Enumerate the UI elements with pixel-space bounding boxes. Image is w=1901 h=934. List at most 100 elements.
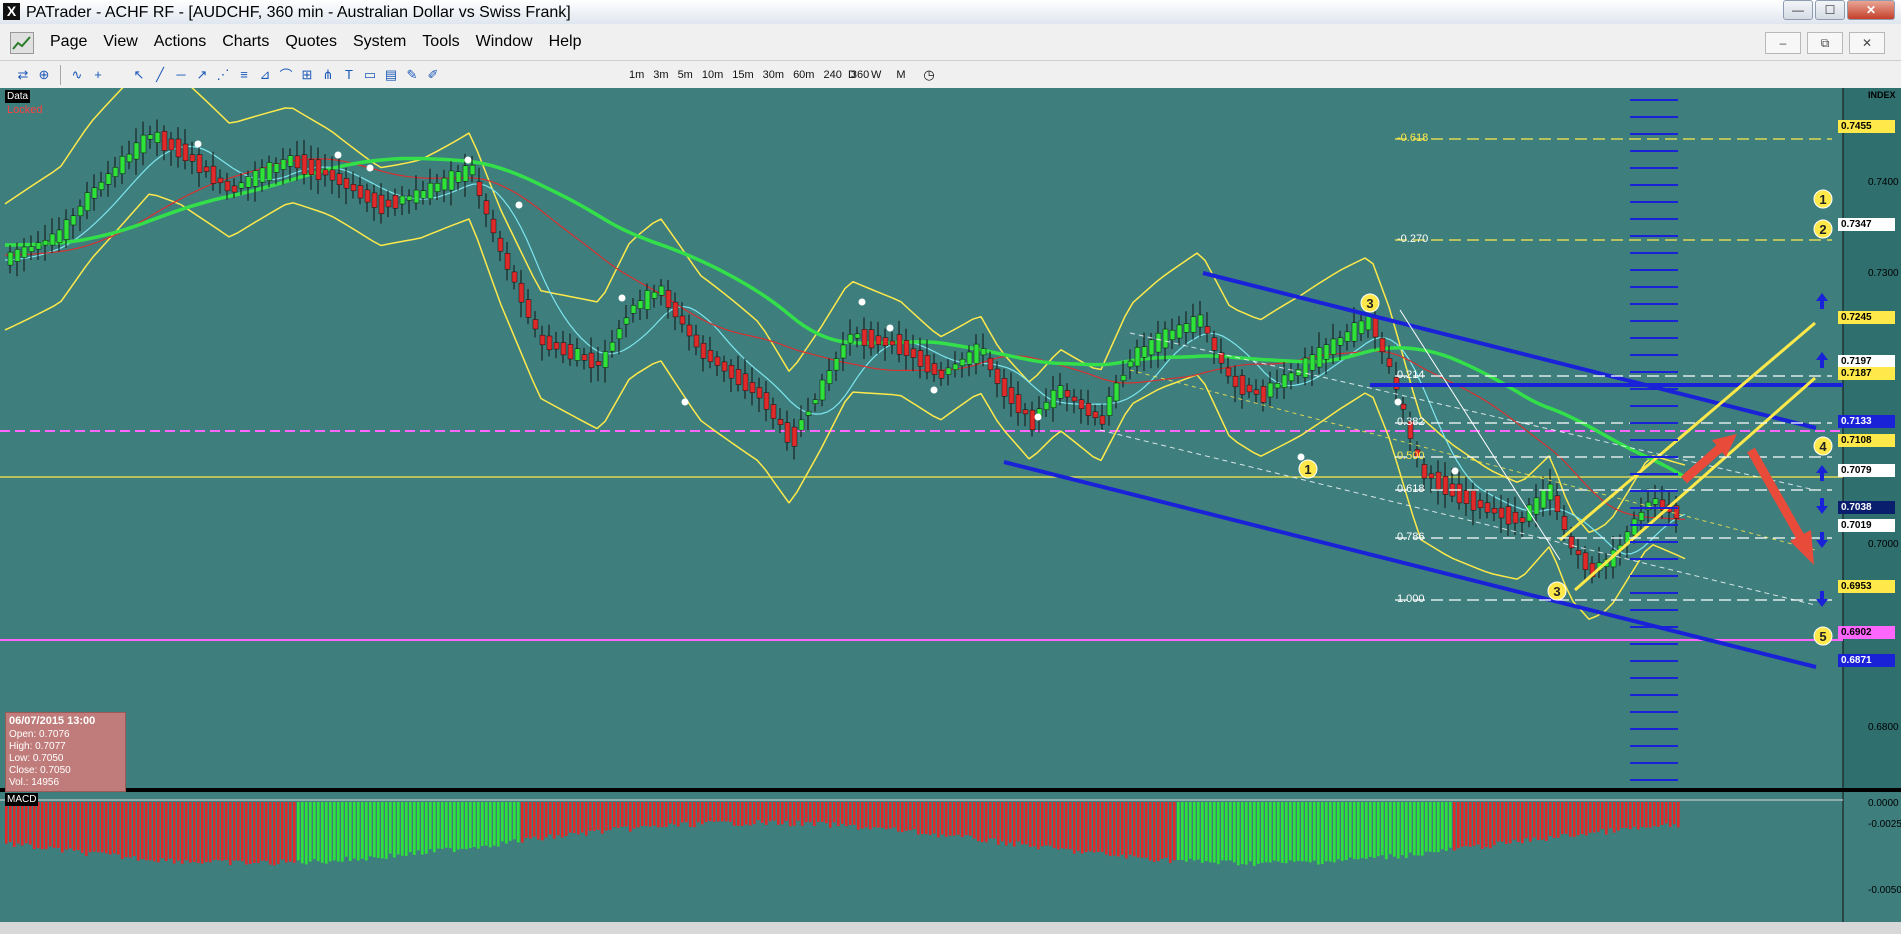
macd-histogram-bar [645, 802, 648, 826]
candle-body [1001, 378, 1008, 397]
channel-icon[interactable]: ≡ [235, 66, 253, 84]
swing-dot [194, 140, 202, 148]
macd-histogram-bar [1133, 802, 1136, 857]
macd-histogram-bar [825, 802, 828, 824]
text-icon[interactable]: ▭ [361, 66, 379, 84]
close-icon[interactable]: ✕ [1847, 0, 1895, 20]
macd-histogram-bar [101, 802, 104, 853]
menu-help[interactable]: Help [541, 33, 590, 51]
candle-body [602, 351, 609, 368]
macd-histogram-bar [945, 802, 948, 837]
period-W[interactable]: W [865, 69, 887, 81]
period-D[interactable]: D [842, 69, 862, 81]
timeframe-5m[interactable]: 5m [675, 69, 696, 81]
pointer-icon[interactable]: ↖ [130, 66, 148, 84]
crosshair-icon[interactable]: ╱ [151, 66, 169, 84]
macd-histogram-bar [625, 802, 628, 827]
macd-histogram-bar [737, 802, 740, 826]
menu-actions[interactable]: Actions [146, 33, 214, 51]
macd-histogram-bar [1485, 802, 1488, 848]
chart-window-icon[interactable] [10, 32, 34, 54]
crosshair-icon[interactable]: + [89, 66, 107, 84]
pitchfork-icon[interactable]: T [340, 66, 358, 84]
menu-charts[interactable]: Charts [214, 33, 277, 51]
gann-icon[interactable]: ⋔ [319, 66, 337, 84]
clock-icon[interactable]: ◷ [920, 66, 938, 84]
timeframe-10m[interactable]: 10m [699, 69, 726, 81]
candle-body [651, 291, 658, 299]
fib-arc-icon[interactable]: ⊞ [298, 66, 316, 84]
menu-system[interactable]: System [345, 33, 414, 51]
macd-histogram-bar [1469, 802, 1472, 847]
candle-body [203, 166, 210, 172]
macd-histogram-bar [117, 802, 120, 855]
macd-histogram-bar [1657, 802, 1660, 827]
candle-body [154, 132, 161, 143]
menu-page[interactable]: Page [42, 33, 95, 51]
line-icon[interactable]: ─ [172, 66, 190, 84]
menu-tools[interactable]: Tools [414, 33, 467, 51]
candle-body [630, 305, 637, 314]
candle-body [175, 138, 182, 158]
menu-quotes[interactable]: Quotes [277, 33, 345, 51]
candle-body [7, 251, 14, 266]
macd-histogram-bar [9, 802, 12, 842]
macd-histogram-bar [1669, 802, 1672, 827]
sync-icon[interactable]: ⇄ [14, 66, 32, 84]
candle-body [252, 170, 259, 187]
macd-histogram-bar [841, 802, 844, 824]
fib-fan-icon[interactable]: ⌒ [277, 66, 295, 84]
timeframe-3m[interactable]: 3m [650, 69, 671, 81]
macd-histogram-bar [1309, 802, 1312, 863]
macd-histogram-bar [1417, 802, 1420, 856]
zone-icon[interactable]: ✎ [403, 66, 421, 84]
macd-histogram-bar [1433, 802, 1436, 853]
maximize-icon[interactable]: ☐ [1815, 0, 1845, 20]
period-M[interactable]: M [890, 69, 911, 81]
macd-histogram-bar [941, 802, 944, 835]
mdi-restore-icon[interactable]: ⧉ [1807, 32, 1843, 54]
macd-histogram-bar [329, 802, 332, 862]
candle-body [616, 328, 623, 340]
menu-view[interactable]: View [95, 33, 145, 51]
timeframe-30m[interactable]: 30m [760, 69, 787, 81]
macd-histogram-bar [1245, 802, 1248, 865]
candle-body [959, 358, 966, 367]
wave-label-number: 1 [1819, 192, 1826, 207]
candle-body [973, 343, 980, 364]
indicator-icon[interactable]: ∿ [68, 66, 86, 84]
mdi-minimize-icon[interactable]: – [1765, 32, 1801, 54]
menu-window[interactable]: Window [468, 33, 541, 51]
macd-histogram-bar [669, 802, 672, 824]
timeframe-1m[interactable]: 1m [626, 69, 647, 81]
minimize-icon[interactable]: — [1783, 0, 1813, 20]
candle-body [1316, 347, 1323, 368]
macd-histogram-bar [365, 802, 368, 861]
macd-histogram-bar [1581, 802, 1584, 835]
macd-histogram-bar [1277, 802, 1280, 862]
timeframe-60m[interactable]: 60m [790, 69, 817, 81]
timeframe-15m[interactable]: 15m [729, 69, 756, 81]
candle-body [889, 340, 896, 346]
macd-histogram-bar [1505, 802, 1508, 844]
price-marker: 0.7108 [1838, 434, 1895, 447]
price-marker: 0.6953 [1838, 580, 1895, 593]
brush-icon[interactable]: ✐ [424, 66, 442, 84]
price-axis-tick: 0.7000 [1868, 539, 1899, 550]
zoom-icon[interactable]: ⊕ [35, 66, 53, 84]
rectangle-icon[interactable]: ▤ [382, 66, 400, 84]
candle-body [560, 342, 567, 356]
candle-body [462, 165, 469, 182]
fib-retracement-icon[interactable]: ⊿ [256, 66, 274, 84]
horizontal-line-icon[interactable]: ↗ [193, 66, 211, 84]
candle-body [126, 153, 133, 163]
price-chart[interactable]: -0.618 -0.270 0.214 0.382 0.500 0.618 0.786 1.0… [0, 88, 1901, 934]
macd-histogram-bar [573, 802, 576, 834]
macd-histogram-bar [69, 802, 72, 849]
trend-line-icon[interactable]: ⋰ [214, 66, 232, 84]
macd-histogram-bar [1253, 802, 1256, 866]
mdi-close-icon[interactable]: ✕ [1849, 32, 1885, 54]
macd-histogram-bar [1401, 802, 1404, 856]
swing-dot [886, 324, 894, 332]
macd-histogram-bar [165, 802, 168, 862]
